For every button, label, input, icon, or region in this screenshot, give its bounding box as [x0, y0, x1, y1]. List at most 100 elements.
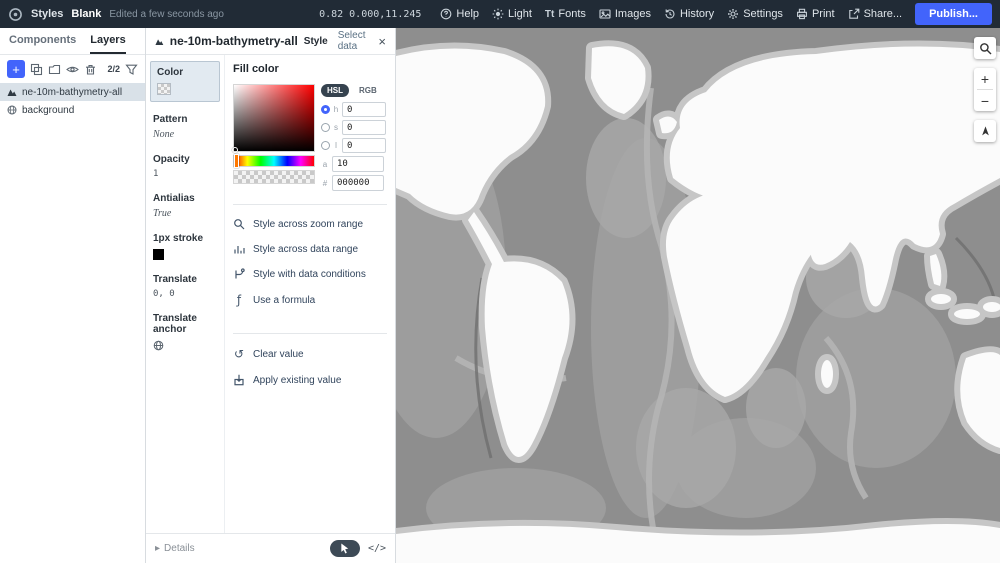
property-opacity[interactable]: Opacity 1 — [153, 154, 217, 179]
style-across-data-option[interactable]: Style across data range — [233, 243, 387, 255]
menu-images[interactable]: Images — [599, 8, 651, 20]
menu-help-label: Help — [456, 8, 480, 20]
zoom-in-button[interactable]: + — [974, 68, 996, 89]
styles-link[interactable]: Styles — [31, 8, 63, 20]
divider — [233, 204, 387, 205]
panel-title: ne-10m-bathymetry-all — [169, 34, 298, 48]
group-icon[interactable] — [48, 63, 61, 76]
hue-key: h — [333, 105, 339, 114]
add-layer-button[interactable]: + — [7, 60, 25, 78]
print-icon — [796, 8, 807, 20]
saturation-radio[interactable] — [321, 123, 330, 132]
compass-north-icon — [981, 125, 989, 135]
menu-light-label: Light — [508, 8, 532, 20]
zoom-control: + − — [974, 68, 996, 111]
data-range-icon — [234, 246, 245, 254]
search-button[interactable] — [974, 37, 996, 59]
topbar: Styles Blank Edited a few seconds ago 0.… — [0, 0, 1000, 28]
world-map[interactable] — [396, 28, 1000, 563]
details-toggle[interactable]: ▸ Details — [155, 543, 195, 554]
menu-history[interactable]: History — [664, 8, 714, 20]
style-with-conditions-option[interactable]: Style with data conditions — [233, 268, 387, 280]
fill-layer-icon — [7, 89, 17, 96]
clear-value-action[interactable]: ↺ Clear value — [233, 347, 387, 361]
tab-components[interactable]: Components — [9, 28, 76, 54]
saturation-input[interactable] — [342, 120, 386, 135]
saturation-cursor[interactable] — [232, 147, 238, 153]
data-conditions-icon — [235, 268, 245, 279]
code-view-button[interactable]: </> — [368, 543, 386, 554]
fill-color-title: Fill color — [233, 63, 279, 75]
property-color[interactable]: Color — [150, 61, 220, 102]
menu-share-label: Share... — [863, 8, 903, 20]
property-translate[interactable]: Translate 0, 0 — [153, 274, 217, 299]
cursor-mode-button[interactable] — [329, 540, 360, 557]
lightness-input[interactable] — [342, 138, 386, 153]
zoom-range-icon — [234, 219, 245, 230]
compass-button[interactable] — [974, 120, 996, 142]
images-icon — [599, 9, 611, 19]
layer-count: 2/2 — [107, 64, 120, 74]
property-stroke[interactable]: 1px stroke — [153, 233, 217, 260]
zoom-out-button[interactable]: − — [974, 90, 996, 111]
property-pattern[interactable]: Pattern None — [153, 114, 217, 140]
duplicate-icon[interactable] — [30, 63, 43, 76]
tab-style[interactable]: Style — [304, 36, 328, 47]
close-icon[interactable]: × — [378, 34, 386, 49]
formula-icon: ƒ — [236, 293, 242, 307]
mode-rgb[interactable]: RGB — [353, 84, 383, 97]
menu-help[interactable]: Help — [440, 8, 479, 20]
studio-logo-icon[interactable] — [8, 7, 23, 22]
publish-button[interactable]: Publish... — [915, 3, 992, 25]
layer-editor-panel: ne-10m-bathymetry-all Style Select data … — [146, 28, 396, 563]
background-layer-icon — [7, 105, 17, 115]
chevron-right-icon: ▸ — [155, 543, 161, 554]
delete-icon[interactable] — [84, 63, 97, 76]
map-position-readout: 0.82 0.000,11.245 — [319, 8, 422, 20]
hue-slider[interactable] — [233, 154, 315, 168]
style-across-zoom-option[interactable]: Style across zoom range — [233, 218, 387, 230]
mode-hsl[interactable]: HSL — [321, 84, 349, 97]
search-icon — [979, 42, 991, 54]
menu-light[interactable]: Light — [492, 8, 532, 20]
hex-prefix: # — [322, 178, 328, 188]
use-formula-option[interactable]: ƒ Use a formula — [233, 293, 387, 307]
lightness-radio[interactable] — [321, 141, 330, 150]
hue-radio[interactable] — [321, 105, 330, 114]
alpha-input[interactable] — [332, 156, 384, 172]
property-antialias[interactable]: Antialias True — [153, 193, 217, 219]
history-icon — [665, 9, 675, 19]
menu-images-label: Images — [614, 8, 651, 20]
menu-share[interactable]: Share... — [848, 8, 903, 20]
menu-settings[interactable]: Settings — [727, 8, 783, 20]
help-icon — [441, 8, 452, 20]
cursor-icon — [341, 543, 349, 554]
property-translate-anchor-label: Translate anchor — [153, 313, 197, 335]
details-label: Details — [164, 543, 195, 554]
hue-cursor[interactable] — [234, 154, 239, 168]
filter-icon[interactable] — [125, 63, 138, 76]
property-stroke-label: 1px stroke — [153, 233, 204, 244]
alpha-slider[interactable] — [233, 170, 315, 184]
divider — [233, 333, 387, 334]
property-translate-anchor[interactable]: Translate anchor — [153, 313, 217, 351]
hex-input[interactable] — [332, 175, 384, 191]
visibility-icon[interactable] — [66, 63, 79, 76]
edited-label: Edited a few seconds ago — [109, 8, 224, 20]
menu-print[interactable]: Print — [796, 8, 835, 20]
menu-fonts[interactable]: Tt Fonts — [545, 8, 586, 20]
layer-row-background[interactable]: background — [0, 101, 145, 119]
map-canvas[interactable]: + − — [396, 28, 1000, 563]
alpha-key: a — [322, 159, 328, 169]
property-list: Color Pattern None Opacity 1 Antialias T… — [146, 55, 225, 533]
style-name[interactable]: Blank — [71, 8, 101, 20]
layer-row-bathymetry[interactable]: ne-10m-bathymetry-all — [0, 83, 145, 101]
tab-layers[interactable]: Layers — [90, 28, 126, 54]
tab-select-data[interactable]: Select data — [338, 30, 367, 52]
saturation-picker[interactable] — [232, 84, 315, 153]
property-antialias-value: True — [153, 208, 172, 219]
saturation-key: s — [334, 123, 338, 132]
hue-input[interactable] — [342, 102, 386, 117]
property-opacity-label: Opacity — [153, 154, 190, 165]
apply-existing-action[interactable]: Apply existing value — [233, 374, 387, 386]
